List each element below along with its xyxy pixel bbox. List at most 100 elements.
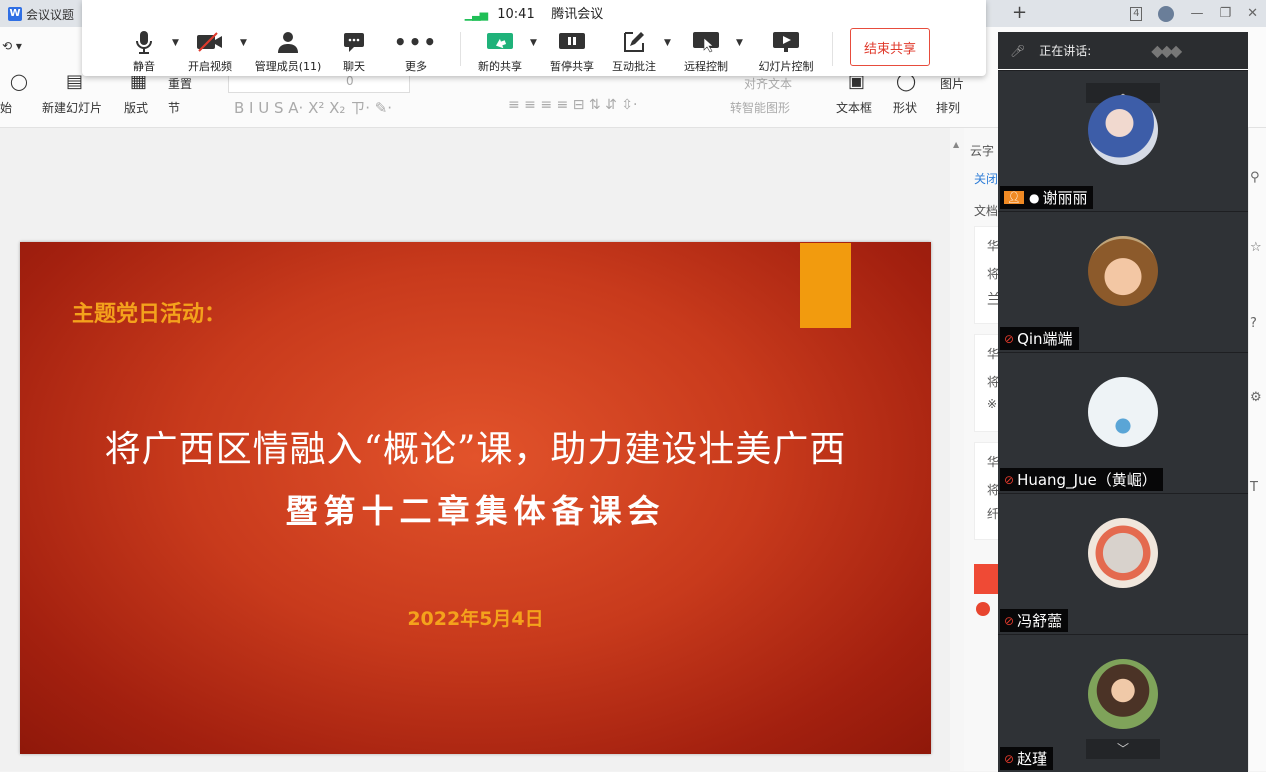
new-slide-icon[interactable]: ▤ bbox=[66, 71, 83, 92]
start-icon[interactable]: ◯ bbox=[10, 72, 28, 91]
participant-tile[interactable]: ⊘ Huang_Jue（黄崛） bbox=[998, 352, 1248, 493]
start-label[interactable]: 始 bbox=[0, 99, 12, 116]
font-card[interactable]: 华 将 兰 bbox=[974, 226, 1001, 324]
font-name-field[interactable] bbox=[228, 73, 410, 93]
textbox-button[interactable]: 文本框 bbox=[836, 99, 872, 116]
picture-button[interactable]: 图片 bbox=[940, 75, 964, 92]
slide-play-icon bbox=[772, 30, 800, 54]
slide-subtitle: 主题党日活动： bbox=[72, 302, 227, 327]
microphone-icon bbox=[135, 30, 153, 54]
document-tab[interactable]: W 会议议题 bbox=[8, 3, 92, 25]
participant-tile[interactable]: ⊘ 冯舒蘦 bbox=[998, 493, 1248, 634]
annotate-button[interactable]: 互动批注 bbox=[602, 30, 666, 74]
meeting-toolbar: ▁▃▅ 10:41 腾讯会议 静音 ▼ 开启视频 ▼ 管理成员(11) 聊天 •… bbox=[82, 0, 986, 76]
remote-options-caret[interactable]: ▼ bbox=[736, 38, 743, 48]
arrange-button[interactable]: 排列 bbox=[936, 99, 960, 116]
window-controls: 4 — ❐ ✕ bbox=[1130, 0, 1266, 27]
new-share-button[interactable]: 新的共享 bbox=[468, 30, 532, 74]
slide-orange-accent bbox=[800, 243, 851, 328]
new-slide-button[interactable]: 新建幻灯片 bbox=[42, 99, 102, 116]
members-label: 管理成员(11) bbox=[254, 60, 322, 73]
participant-avatar bbox=[1088, 236, 1158, 306]
more-button[interactable]: ••• 更多 bbox=[384, 30, 448, 74]
mic-off-icon: ⊘ bbox=[1004, 472, 1015, 487]
annotate-options-caret[interactable]: ▼ bbox=[664, 38, 671, 48]
restore-icon[interactable]: ❐ bbox=[1219, 6, 1231, 21]
participant-name-tag: ⊘ 冯舒蘦 bbox=[1000, 609, 1069, 632]
toolbar-divider bbox=[460, 32, 461, 66]
section-button[interactable]: 节 bbox=[168, 99, 180, 116]
speaking-label: 正在讲话: bbox=[1039, 44, 1092, 58]
participant-name-tag: 👤︎ ● 谢丽丽 bbox=[1000, 186, 1094, 209]
cloud-font-heading: 云字 bbox=[970, 144, 995, 158]
slide-control-label: 幻灯片控制 bbox=[758, 60, 814, 73]
remote-control-button[interactable]: 远程控制 bbox=[674, 30, 738, 74]
slide-date: 2022年5月4日 bbox=[407, 608, 544, 630]
chat-button[interactable]: 聊天 bbox=[322, 30, 386, 74]
font-card[interactable]: 华 将 ※ bbox=[974, 334, 1000, 432]
smartart-button[interactable]: 转智能图形 bbox=[730, 99, 790, 116]
pin-icon[interactable]: ⚲ bbox=[1250, 170, 1260, 185]
wps-logo-icon: W bbox=[8, 7, 22, 21]
participant-name: 赵瑾 bbox=[1017, 750, 1048, 768]
participant-name: 谢丽丽 bbox=[1042, 189, 1088, 207]
share-screen-icon bbox=[486, 30, 514, 54]
paragraph-buttons-row[interactable]: ≡ ≡ ≡ ≡ ⊟ ⇅ ⇵ ⇳· bbox=[508, 97, 637, 113]
page-count-indicator[interactable]: 4 bbox=[1130, 6, 1143, 21]
apply-button[interactable] bbox=[974, 564, 998, 594]
shield-icon bbox=[976, 602, 990, 616]
video-options-caret[interactable]: ▼ bbox=[240, 38, 247, 48]
slide-title-secondary: 暨第十二章集体备课会 bbox=[285, 492, 666, 530]
reset-button[interactable]: 重置 bbox=[168, 75, 192, 92]
remote-control-icon bbox=[692, 30, 720, 54]
toolbar-divider bbox=[832, 32, 833, 66]
pause-share-button[interactable]: 暂停共享 bbox=[540, 30, 604, 74]
participant-avatar bbox=[1088, 95, 1158, 165]
participant-name-tag: ⊘ Qin端端 bbox=[1000, 327, 1079, 350]
undo-icon[interactable]: ⟲ ▾ bbox=[2, 39, 22, 53]
participant-name-tag: ⊘ Huang_Jue（黄崛） bbox=[1000, 468, 1163, 491]
close-link[interactable]: 关闭 bbox=[974, 170, 998, 187]
participant-tile[interactable]: ⊘ Qin端端 bbox=[998, 211, 1248, 352]
font-size-field[interactable]: 0 bbox=[346, 74, 354, 88]
annotate-label: 互动批注 bbox=[612, 60, 656, 73]
document-tab-title: 会议议题 bbox=[26, 7, 75, 22]
slide-control-button[interactable]: 幻灯片控制 bbox=[754, 30, 818, 74]
help-icon[interactable]: ? bbox=[1250, 316, 1257, 331]
video-label: 开启视频 bbox=[188, 60, 232, 73]
star-icon[interactable]: ☆ bbox=[1250, 240, 1262, 255]
participant-name: Qin端端 bbox=[1017, 330, 1073, 348]
close-icon[interactable]: ✕ bbox=[1247, 6, 1258, 21]
layout-button[interactable]: 版式 bbox=[124, 99, 148, 116]
participant-tile[interactable]: ︿ 👤︎ ● 谢丽丽 bbox=[998, 70, 1248, 211]
format-buttons-row[interactable]: B I U S A· X² X₂ ㄗ· ✎· bbox=[234, 97, 392, 118]
font-card[interactable]: 华 将 纤 bbox=[974, 442, 1000, 540]
vertical-scrollbar[interactable]: ▲ bbox=[950, 128, 964, 771]
speaking-indicator: 🎤︎ 正在讲话: ◆◆◆ bbox=[998, 32, 1248, 69]
members-button[interactable]: 管理成员(11) bbox=[254, 30, 322, 74]
align-text-button[interactable]: 对齐文本 bbox=[744, 75, 792, 92]
share-options-caret[interactable]: ▼ bbox=[530, 38, 537, 48]
chat-label: 聊天 bbox=[343, 60, 365, 73]
minimize-icon[interactable]: — bbox=[1190, 6, 1203, 21]
new-tab-button[interactable]: + bbox=[1012, 2, 1027, 23]
gear-icon[interactable]: ⚙ bbox=[1250, 390, 1262, 405]
doc-label: 文档 bbox=[974, 204, 999, 218]
participant-name-tag: ⊘ 赵瑾 bbox=[1000, 747, 1054, 770]
host-badge-icon: 👤︎ bbox=[1004, 191, 1024, 204]
participant-tile[interactable]: ﹀ ⊘ 赵瑾 bbox=[998, 634, 1248, 772]
annotate-icon bbox=[622, 30, 646, 54]
end-share-button[interactable]: 结束共享 bbox=[850, 28, 930, 66]
shape-button[interactable]: 形状 bbox=[893, 99, 917, 116]
participant-name: 冯舒蘦 bbox=[1017, 612, 1063, 630]
scroll-down-button[interactable]: ﹀ bbox=[1086, 739, 1160, 759]
text-icon[interactable]: T bbox=[1250, 480, 1258, 495]
scroll-up-icon[interactable]: ▲ bbox=[953, 140, 959, 149]
user-avatar-icon[interactable] bbox=[1158, 5, 1175, 22]
video-button[interactable]: 开启视频 bbox=[178, 30, 242, 74]
person-icon bbox=[277, 30, 299, 54]
chat-icon bbox=[343, 30, 365, 54]
mic-off-icon: ⊘ bbox=[1004, 751, 1015, 766]
signal-icon: ▁▃▅ bbox=[464, 8, 488, 21]
mute-button[interactable]: 静音 bbox=[112, 30, 176, 74]
